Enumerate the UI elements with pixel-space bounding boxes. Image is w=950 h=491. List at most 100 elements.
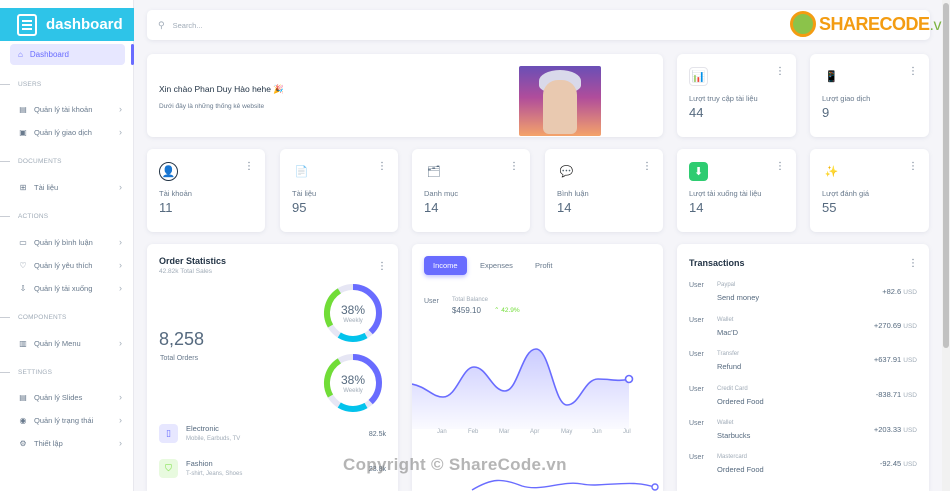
month-tick: Mar [499, 429, 510, 435]
brand[interactable]: dashboard [0, 8, 134, 41]
sidebar-item-label: Quản lý giao dịch [34, 127, 92, 137]
income-line-chart [412, 348, 634, 429]
home-icon: ⌂ [18, 50, 23, 59]
sidebar-item-label: Quản lý Slides [34, 392, 83, 402]
document-search-icon: 📄 [294, 166, 309, 178]
balance-change: ⌃ 42.9% [494, 307, 520, 314]
sidebar-item-documents[interactable]: ⊞ Tài liệu › [18, 180, 122, 194]
transactions-title: Transactions [689, 258, 745, 268]
transaction-name: Refund [717, 362, 742, 371]
scrollbar-thumb[interactable] [943, 3, 949, 348]
stat-label: Tài liệu [292, 189, 317, 198]
monitor-chart-icon: 📊 [689, 67, 708, 86]
income-card: Income Expenses Profit User Total Balanc… [412, 244, 663, 491]
sidebar-item-downloads[interactable]: ⇩ Quản lý tải xuống › [18, 281, 122, 295]
transactions-card: Transactions ⋮ User Paypal Send money +8… [677, 244, 929, 491]
search-icon: ⚲ [158, 19, 165, 30]
chevron-right-icon: › [119, 338, 122, 348]
page-scrollbar[interactable] [942, 0, 950, 491]
sidebar-item-status[interactable]: ◉ Quản lý trạng thái › [18, 413, 123, 427]
stat-value: 11 [159, 200, 173, 215]
sidebar-item-menu[interactable]: ▥ Quản lý Menu › [18, 336, 122, 350]
more-options-icon[interactable]: ⋮ [377, 261, 387, 272]
sharecode-logo-icon [790, 11, 816, 37]
chevron-right-icon: › [119, 260, 122, 270]
tab-expenses[interactable]: Expenses [471, 256, 522, 275]
stat-card-documents: 📄 ⋮ Tài liệu 95 [280, 149, 398, 232]
stat-value: 95 [292, 200, 307, 215]
transaction-name: Mac'D [717, 328, 739, 337]
comment-icon: ▭ [19, 237, 27, 247]
more-options-icon[interactable]: ⋮ [908, 258, 918, 269]
category-desc: Mobile, Earbuds, TV [186, 436, 241, 442]
tab-income[interactable]: Income [424, 256, 467, 275]
donut-percent: 38% [340, 373, 366, 387]
sidebar-item-setup[interactable]: ⚙ Thiết lập › [18, 436, 122, 450]
sidebar: dashboard ⌂ Dashboard USERS ▤ Quản lý tài… [0, 0, 134, 491]
user-image-broken: User [689, 317, 704, 324]
stat-label: Lượt đánh giá [822, 189, 870, 198]
sidebar-item-slides[interactable]: ▤ Quản lý Slides › [18, 390, 122, 404]
sidebar-item-accounts[interactable]: ▤ Quản lý tài khoản › [18, 102, 122, 116]
sidebar-item-dashboard[interactable]: ⌂ Dashboard [10, 44, 125, 65]
hero-illustration [519, 66, 601, 136]
user-image-broken: User [689, 282, 704, 289]
sidebar-item-label: Quản lý tài khoản [34, 104, 93, 114]
more-options-icon[interactable]: ⋮ [775, 66, 785, 77]
more-options-icon[interactable]: ⋮ [642, 161, 652, 172]
stat-card-comments: 💬 ⋮ Bình luận 14 [545, 149, 663, 232]
user-image-broken: User [424, 298, 439, 305]
more-options-icon[interactable]: ⋮ [244, 161, 254, 172]
stat-label: Danh mục [424, 189, 459, 198]
stat-label: Lượt tải xuống tài liệu [689, 189, 762, 198]
shirt-icon: ⛉ [159, 459, 178, 478]
sidebar-item-label: Dashboard [29, 50, 69, 59]
stars-icon: ✨ [824, 166, 839, 178]
more-options-icon[interactable]: ⋮ [775, 161, 785, 172]
stat-value: 9 [822, 105, 830, 120]
sidebar-item-comments[interactable]: ▭ Quản lý bình luận › [18, 235, 122, 249]
secondary-endpoint [651, 483, 659, 491]
more-options-icon[interactable]: ⋮ [509, 161, 519, 172]
sidebar-item-label: Quản lý Menu [34, 338, 81, 348]
chevron-right-icon: › [119, 127, 122, 137]
sidebar-item-likes[interactable]: ♡ Quản lý yêu thích › [18, 258, 122, 272]
chevron-right-icon: › [119, 415, 122, 425]
income-area [412, 349, 629, 429]
stat-label: Lượt truy cập tài liệu [689, 94, 758, 103]
transaction-name: Ordered Food [717, 465, 764, 474]
sidebar-item-label: Quản lý bình luận [34, 237, 93, 247]
stat-card-doc-views: 📊 ⋮ Lượt truy cập tài liệu 44 [677, 54, 796, 137]
stat-label: Bình luận [557, 189, 589, 198]
sidebar-item-transactions[interactable]: ▣ Quản lý giao dịch › [18, 125, 122, 139]
transaction-source: Wallet [717, 317, 734, 323]
download-icon: ⬇ [689, 162, 708, 181]
stat-label: Lượt giao dịch [822, 94, 871, 103]
stat-card-downloads: ⬇ ⋮ Lượt tải xuống tài liệu 14 [677, 149, 796, 232]
month-tick: Jul [623, 429, 631, 435]
search-input[interactable]: Search... [173, 21, 203, 30]
chevron-right-icon: › [119, 182, 122, 192]
tab-profit[interactable]: Profit [526, 256, 562, 275]
slides-icon: ▤ [19, 392, 27, 402]
total-orders-value: 8,258 [159, 329, 205, 349]
stat-value: 55 [822, 200, 837, 215]
sidebar-item-label: Quản lý tải xuống [34, 283, 93, 293]
more-options-icon[interactable]: ⋮ [908, 66, 918, 77]
chevron-right-icon: › [119, 104, 122, 114]
order-statistics-card: Order Statistics 42.82k Total Sales ⋮ 8,… [147, 244, 398, 491]
section-users: USERS [0, 79, 41, 89]
copyright-watermark: Copyright © ShareCode.vn [343, 455, 567, 474]
active-indicator [131, 44, 134, 65]
more-options-icon[interactable]: ⋮ [908, 161, 918, 172]
transaction-amount: +637.91 USD [873, 355, 917, 364]
transaction-source: Mastercard [717, 454, 748, 460]
month-tick: Jan [437, 429, 447, 435]
more-options-icon[interactable]: ⋮ [377, 161, 387, 172]
stat-card-transactions: 📱 ⋮ Lượt giao dịch 9 [810, 54, 929, 137]
income-endpoint [624, 374, 634, 384]
category-desc: T-shirt, Jeans, Shoes [186, 471, 243, 477]
category-name: Fashion [186, 459, 213, 468]
donut-percent: 38% [340, 303, 366, 317]
chevron-right-icon: › [119, 283, 122, 293]
